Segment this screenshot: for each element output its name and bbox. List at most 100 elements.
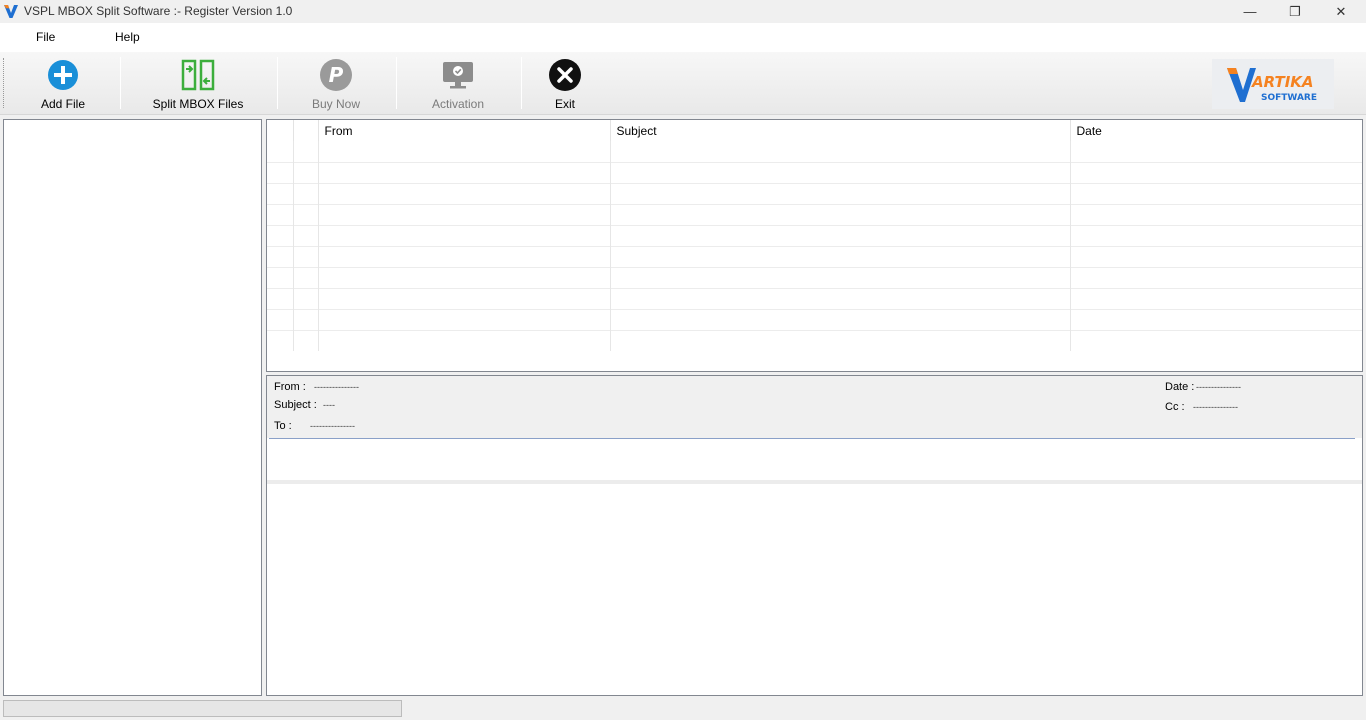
toolbar-separator [396,57,397,109]
table-row[interactable] [267,224,1362,246]
table-cell [610,266,1071,288]
table-cell [293,287,319,309]
column-header-date[interactable]: Date [1070,120,1362,141]
minimize-icon: — [1243,4,1257,19]
activation-button[interactable]: Activation [423,52,493,115]
table-cell [1070,224,1362,246]
table-cell [1070,287,1362,309]
table-cell [610,224,1071,246]
column-header-attachment[interactable] [293,120,319,141]
buy-now-label: Buy Now [311,97,361,111]
table-cell [293,161,319,183]
progress-bar [3,700,402,717]
toolbar-grip[interactable] [3,58,5,108]
table-cell [1070,203,1362,225]
preview-divider [269,438,1355,439]
menu-file[interactable]: File [36,30,55,44]
close-icon: ✕ [1335,3,1347,19]
svg-text:P: P [329,63,344,87]
mail-list-header: From Subject Date [267,120,1362,141]
split-mbox-button[interactable]: Split MBOX Files [148,52,248,115]
table-cell [1070,161,1362,183]
column-header-subject[interactable]: Subject [610,120,1071,141]
table-cell [1070,245,1362,267]
table-cell [1070,329,1362,351]
from-value: --------------- [314,382,359,392]
restore-icon: ❐ [1289,3,1301,19]
add-circle-icon [48,60,78,90]
table-row[interactable] [267,266,1362,288]
date-value: --------------- [1196,382,1241,392]
paypal-icon: P [320,59,352,91]
maximize-button[interactable]: ❐ [1272,0,1318,23]
table-cell [267,203,294,225]
table-cell [318,245,611,267]
brand-top-text: ARTIKA [1251,73,1314,91]
table-cell [318,287,611,309]
cc-label: Cc : [1165,401,1185,413]
table-cell [293,245,319,267]
from-label: From : [274,381,306,393]
table-cell [267,224,294,246]
menu-help[interactable]: Help [115,30,140,44]
menu-bar: File Help [0,23,1366,52]
table-cell [610,203,1071,225]
toolbar-separator [277,57,278,109]
toolbar: Add File Split MBOX Files P Buy Now Acti… [0,52,1366,115]
table-cell [610,308,1071,330]
table-cell [318,182,611,204]
preview-header: From : --------------- Subject : ---- To… [267,376,1362,438]
table-row[interactable] [267,245,1362,267]
exit-label: Exit [554,97,575,111]
table-cell [267,245,294,267]
table-row[interactable] [267,329,1362,351]
preview-body-divider [267,480,1362,484]
table-cell [318,141,611,162]
table-row[interactable] [267,182,1362,204]
table-cell [293,141,319,162]
table-row[interactable] [267,308,1362,330]
column-header-blank[interactable] [267,120,294,141]
table-cell [1070,182,1362,204]
exit-button[interactable]: Exit [540,52,590,115]
table-cell [267,182,294,204]
vartika-software-logo: ARTIKA SOFTWARE [1212,59,1334,109]
table-cell [267,308,294,330]
vartika-logo-icon: ARTIKA SOFTWARE [1227,68,1317,103]
table-cell [610,182,1071,204]
column-header-from[interactable]: From [318,120,611,141]
table-cell [318,329,611,351]
title-bar: VSPL MBOX Split Software :- Register Ver… [0,0,1366,23]
minimize-button[interactable]: — [1227,0,1273,23]
table-cell [267,287,294,309]
close-button[interactable]: ✕ [1318,0,1364,23]
table-row[interactable] [267,287,1362,309]
table-cell [267,329,294,351]
message-preview-pane: From : --------------- Subject : ---- To… [266,375,1363,696]
mail-list-table[interactable]: From Subject Date [266,119,1363,372]
table-cell [293,308,319,330]
cc-value: --------------- [1193,402,1238,412]
buy-now-button[interactable]: P Buy Now [301,52,371,115]
subject-value: ---- [323,400,335,410]
add-file-button[interactable]: Add File [28,52,98,115]
table-cell [1070,308,1362,330]
table-cell [610,287,1071,309]
table-row[interactable] [267,141,1362,162]
table-cell [610,161,1071,183]
table-row[interactable] [267,203,1362,225]
table-cell [610,245,1071,267]
table-row[interactable] [267,161,1362,183]
activation-label: Activation [431,97,485,111]
date-label: Date : [1165,381,1195,393]
table-cell [318,266,611,288]
table-cell [267,266,294,288]
table-cell [293,203,319,225]
subject-label: Subject : [274,399,317,411]
folder-tree-panel[interactable] [3,119,262,696]
table-cell [610,141,1071,162]
vspl-v-logo-icon [4,5,18,18]
toolbar-separator [521,57,522,109]
table-cell [1070,266,1362,288]
table-cell [293,224,319,246]
